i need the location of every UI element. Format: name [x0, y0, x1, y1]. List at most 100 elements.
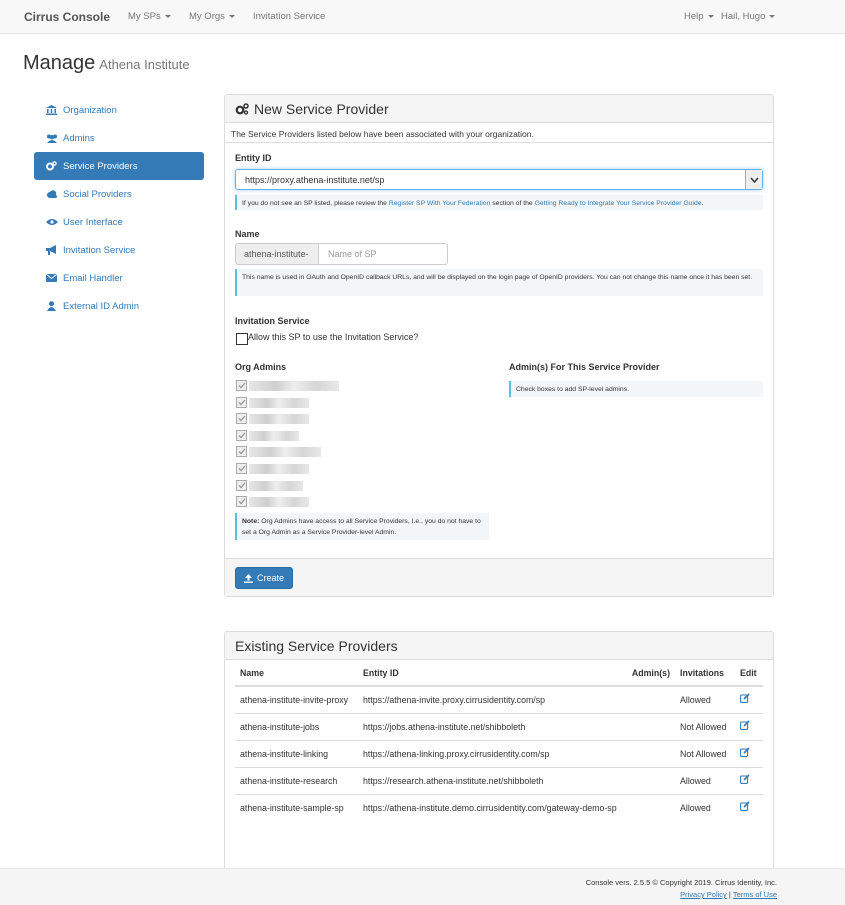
sidebar-item-social-providers[interactable]: Social Providers	[34, 180, 204, 208]
users-icon	[44, 134, 59, 143]
cloud-icon	[44, 190, 59, 198]
caret-down-icon	[228, 14, 235, 18]
name-prefix-addon: athena-institute-	[235, 243, 319, 265]
sidebar-item-external-id-admin[interactable]: External ID Admin	[34, 292, 204, 320]
nav-my-orgs[interactable]: My Orgs	[189, 11, 235, 22]
terms-of-use-link[interactable]: Terms of Use	[733, 890, 777, 899]
sidebar-item-label: Email Handler	[63, 272, 123, 284]
entity-id-help: If you do not see an SP listed, please r…	[235, 195, 763, 210]
sp-edit-cell	[735, 713, 763, 741]
sp-name-cell: athena-institute-research	[235, 767, 358, 795]
sidebar-item-invitation-service[interactable]: Invitation Service	[34, 236, 204, 264]
panel-heading: New Service Provider	[225, 95, 773, 123]
nav-user-label: Hail, Hugo	[721, 11, 766, 22]
edit-icon[interactable]	[740, 774, 750, 784]
sp-edit-cell	[735, 740, 763, 768]
getting-ready-guide-link[interactable]: Getting Ready to Integrate Your Service …	[535, 200, 702, 207]
brand-link[interactable]: Cirrus Console	[24, 10, 110, 24]
footer-separator: |	[728, 890, 731, 899]
sp-admins-cell	[625, 740, 675, 768]
sp-entity-id-cell: https://research.athena-institute.net/sh…	[358, 767, 625, 795]
register-sp-link[interactable]: Register SP With Your Federation	[389, 200, 491, 207]
sp-name-cell: athena-institute-linking	[235, 740, 358, 768]
sp-entity-id-cell: https://athena-institute.demo.cirrusiden…	[358, 794, 625, 821]
caret-down-icon	[707, 14, 714, 18]
caret-down-icon	[769, 14, 776, 18]
panel-title: Existing Service Providers	[225, 632, 773, 660]
sp-invitations-cell: Not Allowed	[675, 713, 735, 741]
sp-admins-help: Check boxes to add SP-level admins.	[509, 381, 763, 397]
sp-invitations-cell: Not Allowed	[675, 740, 735, 768]
help-text: If you do not see an SP listed, please r…	[242, 200, 389, 207]
sidebar-item-label: Social Providers	[63, 188, 132, 200]
org-admin-checkbox	[236, 463, 247, 474]
edit-icon[interactable]	[740, 693, 750, 703]
sp-invitations-cell: Allowed	[675, 685, 735, 714]
entity-id-value: https://proxy.athena-institute.net/sp	[245, 175, 385, 185]
intro-text: The Service Providers listed below have …	[231, 129, 534, 139]
caret-down-icon	[164, 14, 171, 18]
user-icon	[44, 301, 59, 311]
sp-admins-cell	[625, 794, 675, 821]
sidebar-item-user-interface[interactable]: User Interface	[34, 208, 204, 236]
sidebar-item-label: External ID Admin	[63, 300, 140, 312]
top-navbar: Cirrus Console My SPs My Orgs Invitation…	[0, 0, 845, 34]
privacy-policy-link[interactable]: Privacy Policy	[680, 890, 727, 899]
invitation-service-checkbox-label: Allow this SP to use the Invitation Serv…	[248, 332, 419, 342]
table-row: athena-institute-jobs https://jobs.athena…	[235, 713, 763, 741]
sp-name-cell: athena-institute-jobs	[235, 713, 358, 741]
sidebar-item-email-handler[interactable]: Email Handler	[34, 264, 204, 292]
sidebar-item-label: Organization	[63, 104, 117, 116]
org-admin-name-redacted	[249, 447, 321, 458]
nav-my-sps-label: My SPs	[128, 11, 161, 22]
edit-icon[interactable]	[740, 801, 750, 811]
sidebar-item-label: Admins	[63, 132, 95, 144]
eye-icon	[44, 218, 59, 226]
note-bold: Note:	[242, 518, 260, 525]
sp-entity-id-cell: https://athena-linking.proxy.cirrusident…	[358, 740, 625, 768]
edit-icon[interactable]	[740, 720, 750, 730]
create-button[interactable]: Create	[235, 567, 294, 589]
sidebar-item-service-providers[interactable]: Service Providers	[34, 152, 204, 180]
org-admin-name-redacted	[249, 497, 309, 508]
sp-admins-cell	[625, 685, 675, 714]
panel-title: New Service Provider	[254, 100, 389, 117]
table-header-row: Name Entity ID Admin(s) Invitations Edit	[235, 661, 763, 687]
create-button-label: Create	[257, 573, 285, 583]
nav-invitation-service[interactable]: Invitation Service	[253, 11, 325, 22]
sp-name-cell: athena-institute-sample-sp	[235, 794, 358, 821]
version-copyright: Console vers. 2.5.5 © Copyright 2019. Ci…	[585, 878, 777, 887]
sp-admins-cell	[625, 713, 675, 741]
sp-admins-cell	[625, 767, 675, 795]
nav-help[interactable]: Help	[684, 11, 714, 22]
entity-id-select[interactable]: https://proxy.athena-institute.net/sp	[235, 169, 763, 190]
page-title-text: Manage	[23, 52, 96, 74]
new-service-provider-panel: New Service Provider The Service Provide…	[224, 94, 774, 597]
org-admin-checkbox	[236, 413, 247, 425]
sp-name-input[interactable]: Name of SP	[319, 243, 448, 265]
nav-help-label: Help	[684, 11, 704, 22]
org-admin-name-redacted	[249, 480, 303, 491]
service-providers-table: Name Entity ID Admin(s) Invitations Edit…	[235, 661, 763, 821]
edit-icon[interactable]	[740, 747, 750, 757]
nav-my-sps[interactable]: My SPs	[128, 11, 171, 22]
name-help: This name is used in OAuth and OpenID ca…	[235, 269, 763, 296]
sidebar-item-admins[interactable]: Admins	[34, 124, 204, 152]
org-admin-checkbox	[236, 396, 247, 408]
sp-entity-id-cell: https://athena-invite.proxy.cirrusidenti…	[358, 685, 625, 714]
entity-id-label: Entity ID	[235, 153, 272, 163]
column-header-name: Name	[235, 661, 358, 687]
nav-user-menu[interactable]: Hail, Hugo	[721, 11, 776, 22]
bank-icon	[44, 105, 59, 115]
sp-entity-id-cell: https://jobs.athena-institute.net/shibbo…	[358, 713, 625, 741]
invitation-service-checkbox[interactable]	[236, 333, 248, 345]
org-admins-note: Note: Org Admins have access to all Serv…	[235, 513, 489, 540]
sidebar-item-organization[interactable]: Organization	[34, 96, 204, 124]
gears-icon	[44, 161, 59, 171]
table-row: athena-institute-linking https://athena-l…	[235, 740, 763, 768]
envelope-icon	[44, 274, 59, 282]
org-admin-checkbox	[236, 496, 247, 508]
sp-edit-cell	[735, 767, 763, 795]
sp-admins-label: Admin(s) For This Service Provider	[509, 362, 660, 372]
sp-invitations-cell: Allowed	[675, 794, 735, 821]
